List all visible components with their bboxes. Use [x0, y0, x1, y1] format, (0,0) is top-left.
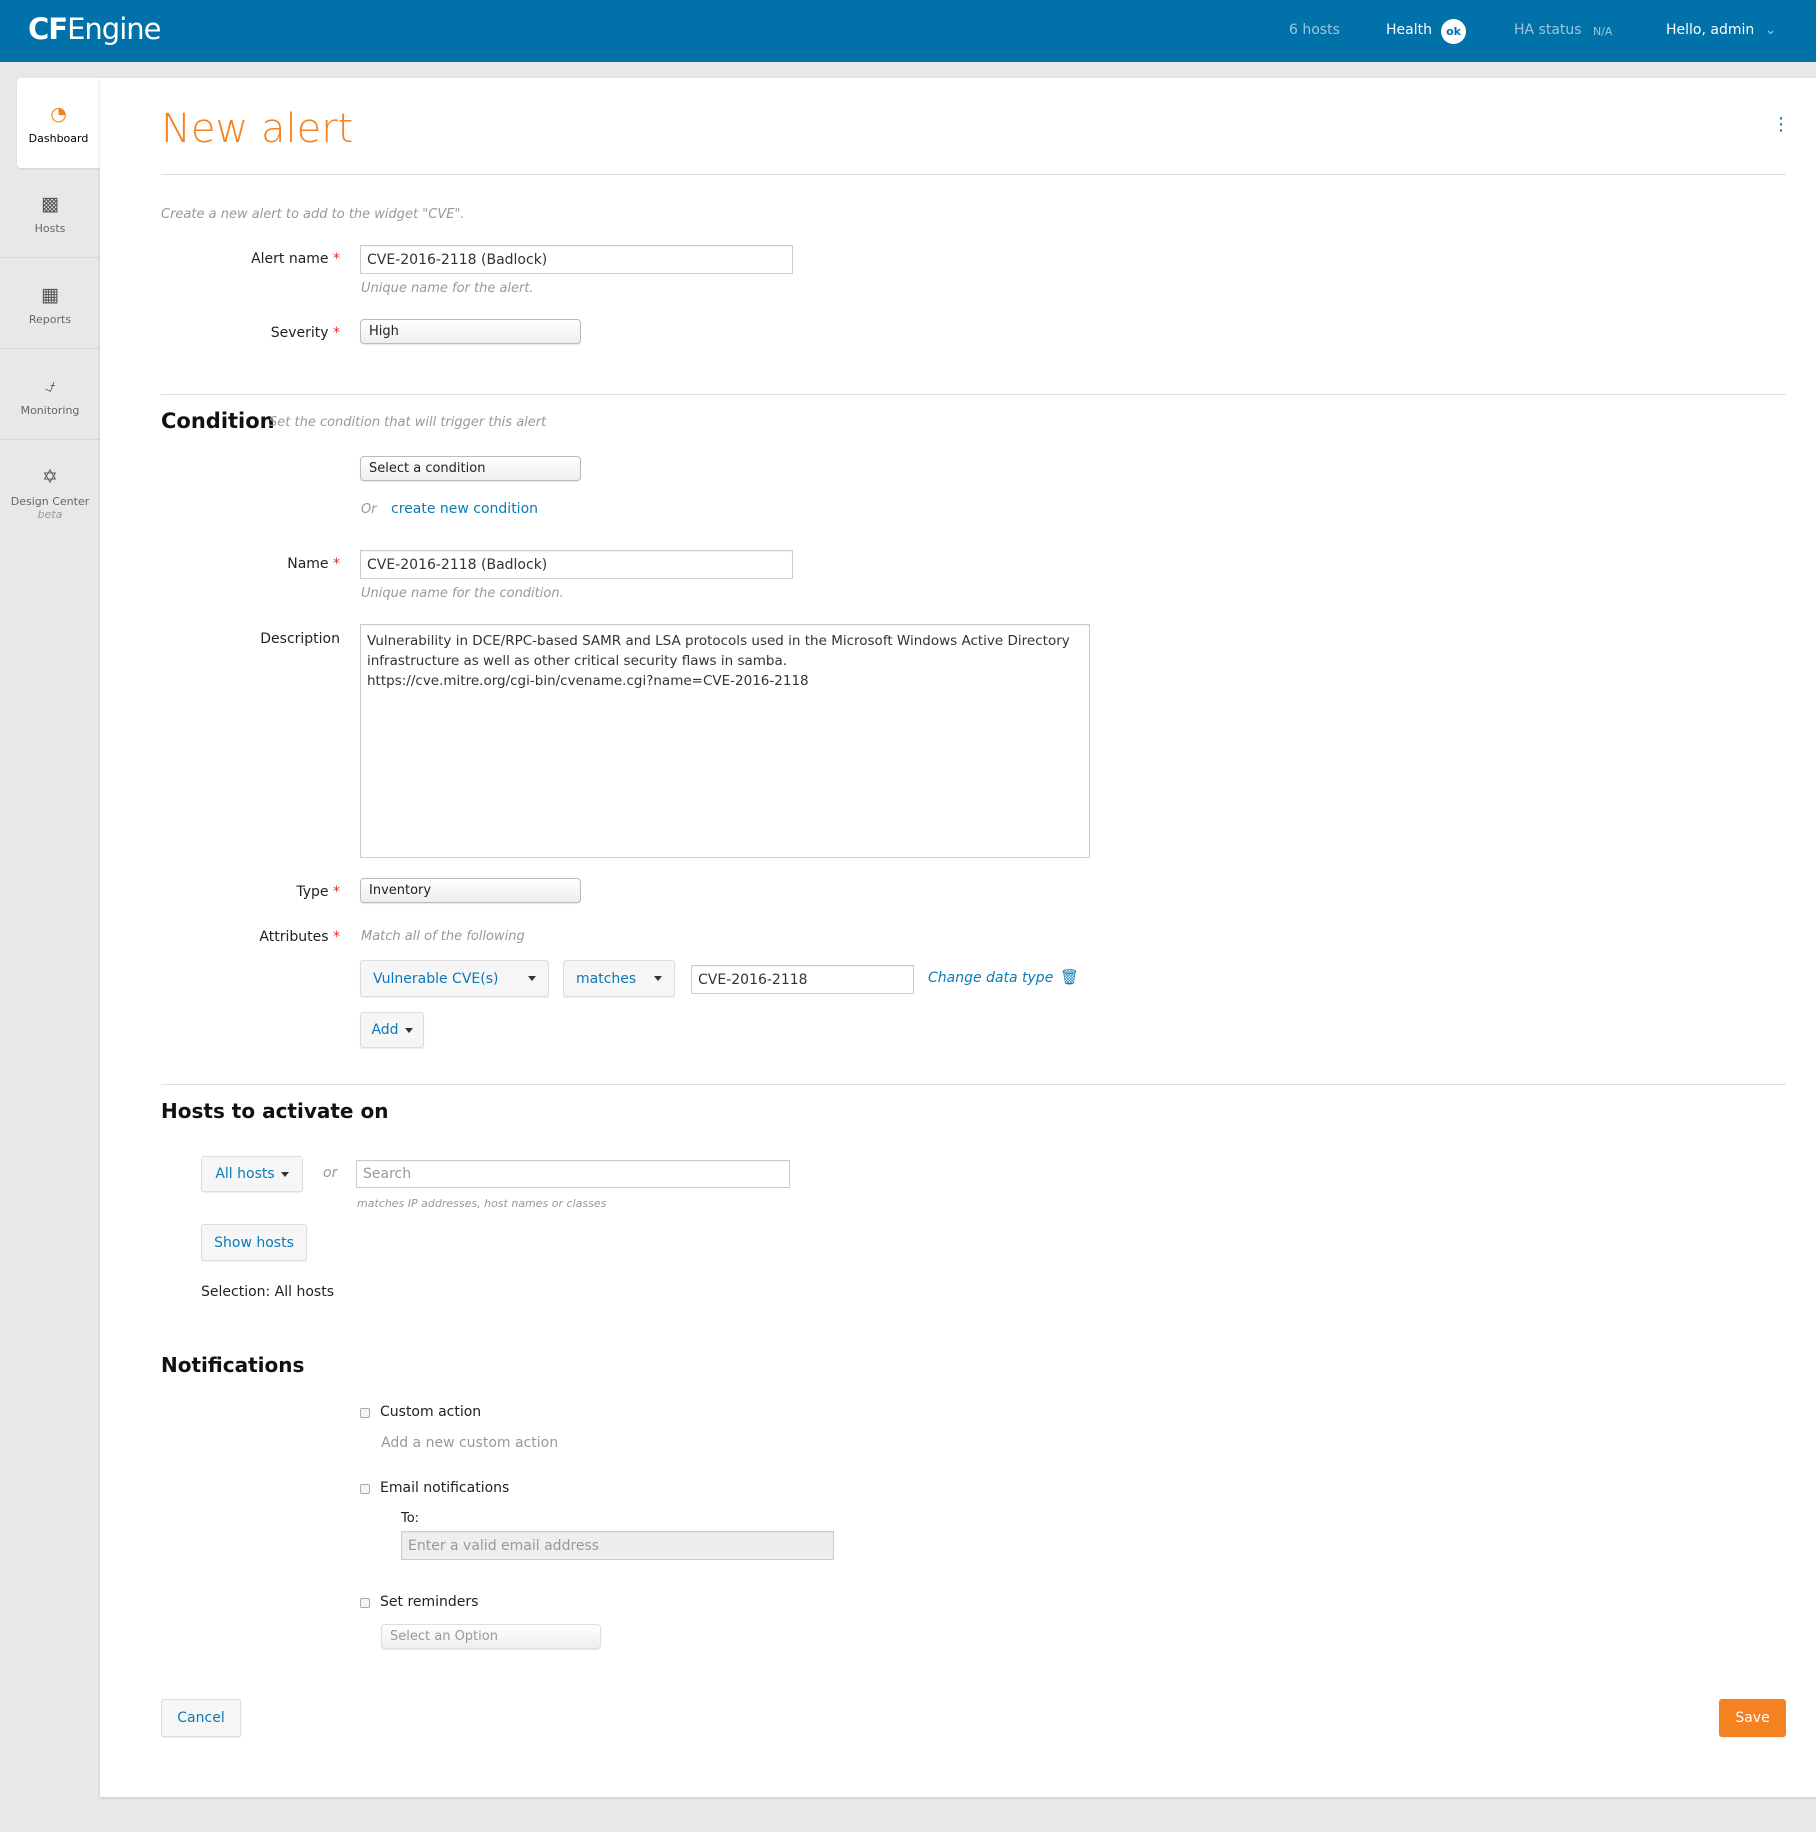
health-status-badge[interactable]: ok	[1441, 19, 1466, 44]
sitemap-icon: ▩	[41, 193, 59, 215]
create-new-condition-link[interactable]: create new condition	[391, 501, 538, 517]
caret-down-icon	[280, 1171, 289, 1177]
attributes-label: Attributes *	[259, 929, 340, 945]
page-title: New alert	[161, 106, 354, 152]
type-select[interactable]: Inventory	[360, 878, 581, 903]
sidebar: ◔ Dashboard ▩ Hosts ▦ Reports ⍻ Monitoring ✡…	[0, 78, 100, 533]
stethoscope-icon: ⍻	[44, 375, 56, 397]
trash-icon[interactable]: 🗑	[1060, 968, 1079, 986]
type-label: Type *	[296, 884, 340, 900]
dashboard-gauge-icon: ◔	[50, 103, 67, 125]
sidebar-item-label: Design Center	[10, 495, 90, 508]
email-input[interactable]: Enter a valid email address	[401, 1531, 834, 1560]
condition-heading: Condition	[161, 409, 275, 433]
condition-name-label: Name *	[287, 556, 340, 572]
ha-status-value: N/A	[1593, 25, 1613, 38]
condition-name-input[interactable]: CVE-2016-2118 (Badlock)	[360, 550, 793, 579]
table-icon: ▦	[41, 284, 59, 306]
attribute-value-input[interactable]: CVE-2016-2118	[691, 965, 914, 994]
alert-name-input[interactable]: CVE-2016-2118 (Badlock)	[360, 245, 793, 274]
attribute-field-dropdown[interactable]: Vulnerable CVE(s)	[360, 960, 549, 997]
or-text: Or	[361, 502, 377, 517]
logo-bold: CF	[28, 12, 68, 46]
condition-name-help: Unique name for the condition.	[361, 586, 564, 601]
email-notifications-label: Email notifications	[380, 1480, 510, 1496]
severity-select[interactable]: High	[360, 319, 581, 344]
select-condition-dropdown[interactable]: Select a condition	[360, 456, 581, 481]
custom-action-label: Custom action	[380, 1404, 482, 1420]
intro-text: Create a new alert to add to the widget …	[161, 207, 465, 222]
logo-rest: Engine	[67, 12, 161, 46]
ha-status-label[interactable]: HA status	[1514, 22, 1582, 38]
attributes-help: Match all of the following	[361, 929, 525, 944]
host-search-input[interactable]: Search	[356, 1160, 790, 1188]
more-options-icon[interactable]: ⋮	[1772, 116, 1790, 134]
sidebar-item-design-center[interactable]: ✡ Design Center beta	[0, 441, 100, 531]
add-label: Add	[371, 1022, 399, 1038]
caret-down-icon	[654, 976, 662, 981]
cfengine-logo[interactable]: CFEngine	[28, 12, 161, 46]
sidebar-item-label: Reports	[28, 313, 72, 326]
save-button[interactable]: Save	[1719, 1699, 1786, 1737]
all-hosts-dropdown[interactable]: All hosts	[201, 1156, 303, 1192]
divider	[161, 394, 1786, 395]
condition-subheading: Set the condition that will trigger this…	[269, 415, 547, 430]
alert-name-label: Alert name *	[251, 251, 340, 267]
chevron-down-icon: ⌄	[1764, 22, 1777, 38]
attribute-operator-dropdown[interactable]: matches	[563, 960, 675, 997]
or-text: or	[323, 1165, 338, 1181]
top-bar: CFEngine 6 hosts Health ok HA status N/A…	[0, 0, 1816, 62]
description-textarea[interactable]: Vulnerability in DCE/RPC-based SAMR and …	[360, 624, 1090, 858]
selection-text: Selection: All hosts	[201, 1284, 335, 1300]
alert-name-help: Unique name for the alert.	[361, 281, 534, 296]
change-data-type-link[interactable]: Change data type	[928, 970, 1053, 986]
hosts-heading: Hosts to activate on	[161, 1099, 389, 1123]
beta-label: beta	[37, 508, 63, 521]
notifications-heading: Notifications	[161, 1353, 305, 1377]
sidebar-item-monitoring[interactable]: ⍻ Monitoring	[0, 350, 100, 440]
reminders-select[interactable]: Select an Option	[381, 1624, 601, 1649]
divider	[161, 1084, 1786, 1085]
severity-label: Severity *	[270, 325, 340, 341]
description-label: Description	[260, 631, 340, 647]
sidebar-item-label: Hosts	[34, 222, 66, 235]
attribute-field-value: Vulnerable CVE(s)	[373, 970, 499, 987]
caret-down-icon	[404, 1027, 413, 1033]
sidebar-item-dashboard[interactable]: ◔ Dashboard	[17, 78, 100, 168]
all-hosts-label: All hosts	[215, 1166, 275, 1182]
email-notifications-checkbox[interactable]	[360, 1484, 370, 1494]
user-menu[interactable]: Hello, admin ⌄	[1666, 22, 1776, 38]
sidebar-item-hosts[interactable]: ▩ Hosts	[0, 168, 100, 258]
set-reminders-label: Set reminders	[380, 1594, 479, 1610]
set-reminders-checkbox[interactable]	[360, 1598, 370, 1608]
user-greeting: Hello, admin	[1666, 22, 1755, 38]
sidebar-item-reports[interactable]: ▦ Reports	[0, 259, 100, 349]
custom-action-checkbox[interactable]	[360, 1408, 370, 1418]
health-link[interactable]: Health	[1386, 22, 1432, 38]
caret-down-icon	[528, 976, 536, 981]
attribute-operator-value: matches	[576, 970, 637, 987]
host-search-help: matches IP addresses, host names or clas…	[357, 1197, 607, 1210]
divider	[161, 174, 1786, 175]
add-attribute-button[interactable]: Add	[360, 1012, 424, 1048]
sidebar-item-label: Dashboard	[28, 132, 89, 145]
main-card	[100, 78, 1816, 1797]
to-label: To:	[401, 1511, 420, 1526]
add-custom-action-link[interactable]: Add a new custom action	[381, 1435, 558, 1451]
hosts-count-link[interactable]: 6 hosts	[1289, 22, 1340, 38]
cancel-button[interactable]: Cancel	[161, 1699, 241, 1737]
show-hosts-button[interactable]: Show hosts	[201, 1224, 307, 1261]
puzzle-icon: ✡	[42, 466, 58, 488]
sidebar-item-label: Monitoring	[20, 404, 80, 417]
